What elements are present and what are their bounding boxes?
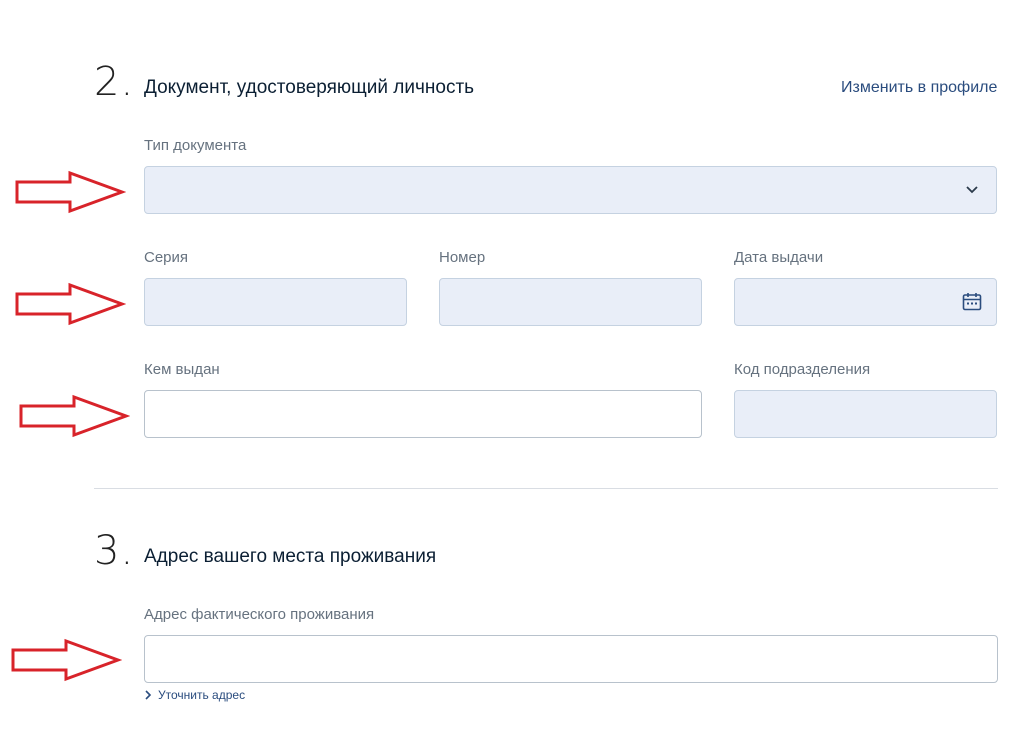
issue-date-label: Дата выдачи — [734, 249, 824, 266]
edit-in-profile-link[interactable]: Изменить в профиле — [841, 80, 997, 96]
section-3-title: Адрес вашего места проживания — [144, 546, 437, 567]
division-code-input[interactable] — [734, 390, 997, 438]
series-label: Серия — [144, 249, 189, 266]
doc-type-select[interactable] — [144, 166, 997, 214]
issued-by-label: Кем выдан — [144, 361, 220, 378]
section-divider — [94, 488, 998, 489]
number-label: Номер — [439, 249, 486, 266]
number-input[interactable] — [439, 278, 702, 326]
doc-type-label: Тип документа — [144, 137, 247, 154]
section-2-title: Документ, удостоверяющий личность — [144, 77, 475, 98]
issued-by-input[interactable] — [144, 390, 702, 438]
section-3-number: 3. — [94, 528, 135, 574]
section-2-number: 2. — [94, 59, 135, 105]
issue-date-input[interactable] — [734, 278, 997, 326]
red-arrow-annotation — [11, 638, 122, 682]
address-label: Адрес фактического проживания — [144, 606, 375, 623]
clarify-address-link[interactable]: Уточнить адрес — [144, 689, 245, 701]
chevron-down-icon — [966, 186, 978, 194]
red-arrow-annotation — [15, 282, 126, 326]
division-code-label: Код подразделения — [734, 361, 871, 378]
calendar-icon[interactable] — [962, 292, 982, 311]
series-input[interactable] — [144, 278, 407, 326]
chevron-right-icon — [145, 690, 152, 700]
address-input[interactable] — [144, 635, 998, 683]
red-arrow-annotation — [19, 394, 130, 438]
clarify-address-label: Уточнить адрес — [158, 688, 246, 702]
red-arrow-annotation — [15, 170, 126, 214]
